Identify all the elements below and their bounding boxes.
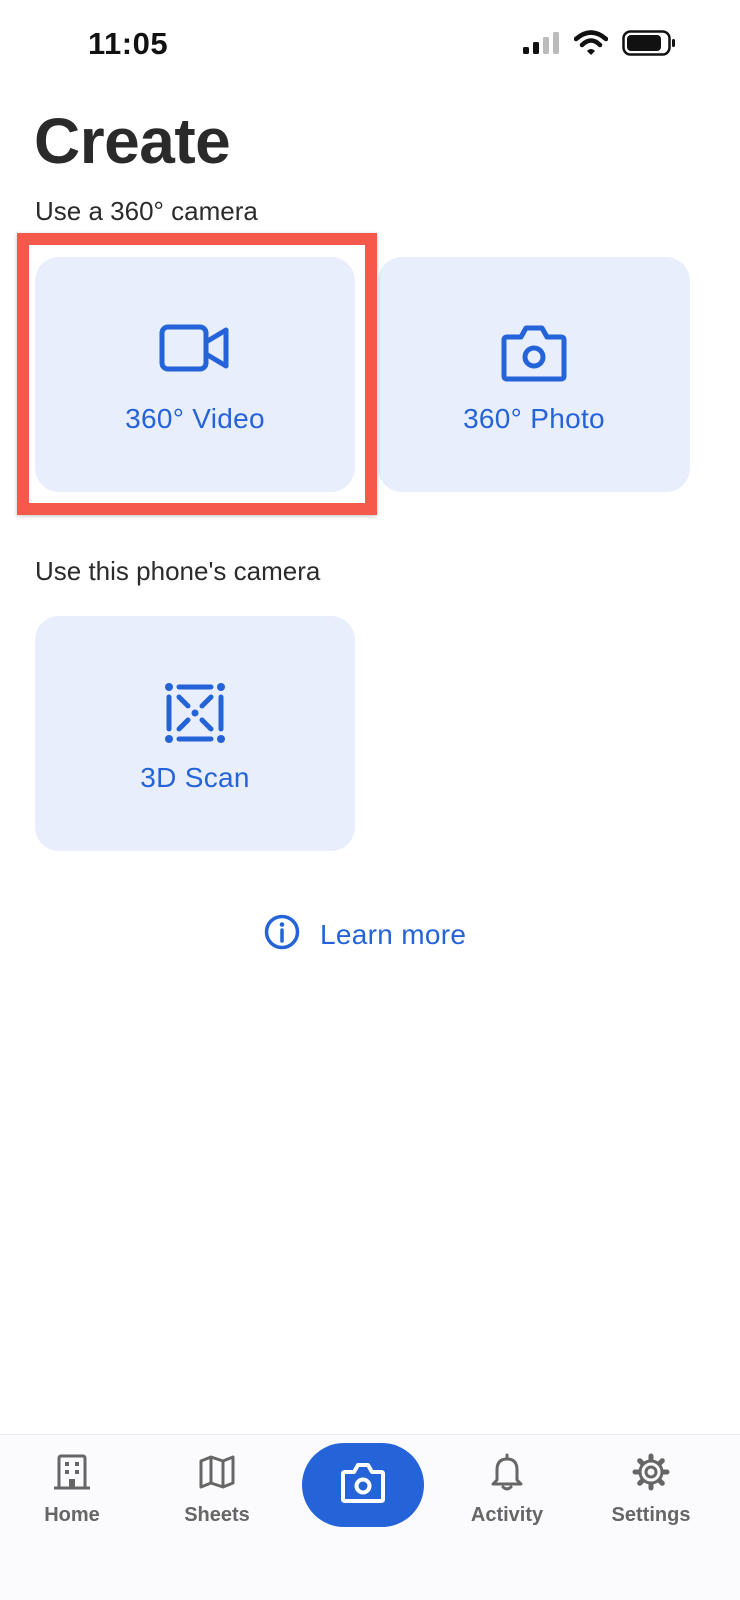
learn-more-link[interactable]: Learn more	[264, 914, 466, 955]
wifi-icon	[573, 30, 609, 61]
nav-label-activity: Activity	[470, 1504, 544, 1526]
360-video-tile[interactable]: 360° Video	[35, 257, 355, 492]
battery-icon	[622, 30, 676, 61]
nav-item-create[interactable]	[302, 1443, 424, 1527]
360-photo-label: 360° Photo	[463, 403, 605, 434]
camera-icon	[501, 323, 567, 388]
3d-scan-icon	[164, 682, 226, 749]
360-video-label: 360° Video	[125, 403, 265, 434]
building-icon	[53, 1453, 91, 1496]
video-camera-icon	[159, 323, 231, 378]
nav-item-home[interactable]: Home	[12, 1453, 132, 1527]
page-title: Create	[34, 105, 231, 177]
nav-item-sheets[interactable]: Sheets	[157, 1453, 277, 1527]
nav-item-settings[interactable]: Settings	[591, 1453, 711, 1527]
360-photo-tile[interactable]: 360° Photo	[378, 257, 690, 492]
3d-scan-label: 3D Scan	[140, 762, 250, 793]
nav-label-settings: Settings	[611, 1504, 691, 1526]
camera-icon	[340, 1462, 386, 1509]
cellular-signal-icon	[522, 31, 560, 60]
nav-item-activity[interactable]: Activity	[447, 1453, 567, 1527]
map-icon	[198, 1453, 236, 1496]
status-time: 11:05	[88, 26, 169, 61]
nav-label-home: Home	[44, 1504, 100, 1526]
learn-more-label: Learn more	[320, 918, 467, 950]
status-bar: 11:05	[0, 0, 740, 90]
bottom-nav: Home Sheets Activity Settings	[0, 1434, 740, 1600]
section-label-360-camera: Use a 360° camera	[35, 196, 258, 226]
status-icons	[522, 30, 676, 61]
section-label-phone-camera: Use this phone's camera	[35, 556, 321, 586]
bell-icon	[489, 1453, 525, 1496]
nav-label-sheets: Sheets	[184, 1504, 250, 1526]
3d-scan-tile[interactable]: 3D Scan	[35, 616, 355, 851]
info-icon	[264, 914, 300, 955]
gear-icon	[632, 1453, 670, 1496]
